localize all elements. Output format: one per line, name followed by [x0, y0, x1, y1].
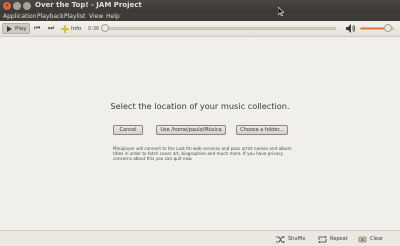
mouse-cursor-icon [278, 7, 284, 16]
menu-application[interactable]: Application [3, 12, 37, 21]
cancel-button[interactable]: Cancel [113, 125, 143, 135]
seek-bar[interactable] [102, 27, 336, 30]
menu-playback[interactable]: Playback [37, 12, 64, 21]
repeat-button[interactable]: Repeat [318, 234, 348, 244]
previous-icon: ⏮ [34, 24, 41, 32]
title-bar: × Over the Top! - JAM Project [0, 0, 400, 12]
speaker-icon[interactable] [346, 24, 356, 33]
play-label: Play [15, 25, 27, 32]
use-music-folder-button[interactable]: Use /home/paulo/Música [156, 125, 226, 135]
maximize-window-button[interactable] [23, 2, 31, 10]
collection-heading: Select the location of your music collec… [110, 101, 290, 111]
play-icon [7, 25, 12, 32]
bottom-bar: Shuffle Repeat Clear [0, 230, 400, 246]
close-window-button[interactable]: × [3, 2, 11, 10]
info-button[interactable]: Info [61, 23, 81, 34]
next-icon: ⏭ [48, 24, 55, 32]
shuffle-icon [276, 235, 285, 243]
info-label: Info [71, 25, 82, 32]
menu-bar: Application Playback Playlist View Help [0, 12, 400, 21]
close-icon: × [4, 3, 10, 9]
clear-label: Clear [370, 236, 384, 242]
clear-icon [358, 236, 367, 243]
minimize-window-button[interactable] [13, 2, 21, 10]
toolbar: Play ⏮ ⏭ Info 0:36 [0, 21, 400, 37]
info-icon [61, 24, 69, 33]
shuffle-button[interactable]: Shuffle [276, 234, 305, 244]
elapsed-time: 0:36 [88, 25, 100, 32]
menu-help[interactable]: Help [106, 12, 120, 21]
shuffle-label: Shuffle [288, 236, 306, 242]
menu-playlist[interactable]: Playlist [64, 12, 85, 21]
clear-button[interactable]: Clear [358, 234, 383, 244]
seek-handle[interactable] [101, 24, 109, 32]
volume-fill [361, 28, 385, 29]
privacy-notice: Miniplayer will connect to the Last.fm w… [113, 146, 292, 162]
menu-view[interactable]: View [89, 12, 103, 21]
play-button[interactable]: Play [2, 23, 30, 34]
app-window: × Over the Top! - JAM Project Applicatio… [0, 0, 400, 246]
choose-folder-button[interactable]: Choose a folder... [236, 125, 288, 135]
window-title: Over the Top! - JAM Project [35, 1, 142, 9]
previous-button[interactable]: ⏮ [34, 23, 40, 34]
next-button[interactable]: ⏭ [48, 23, 54, 34]
repeat-icon [318, 235, 327, 243]
repeat-label: Repeat [330, 236, 348, 242]
volume-handle[interactable] [384, 24, 392, 32]
